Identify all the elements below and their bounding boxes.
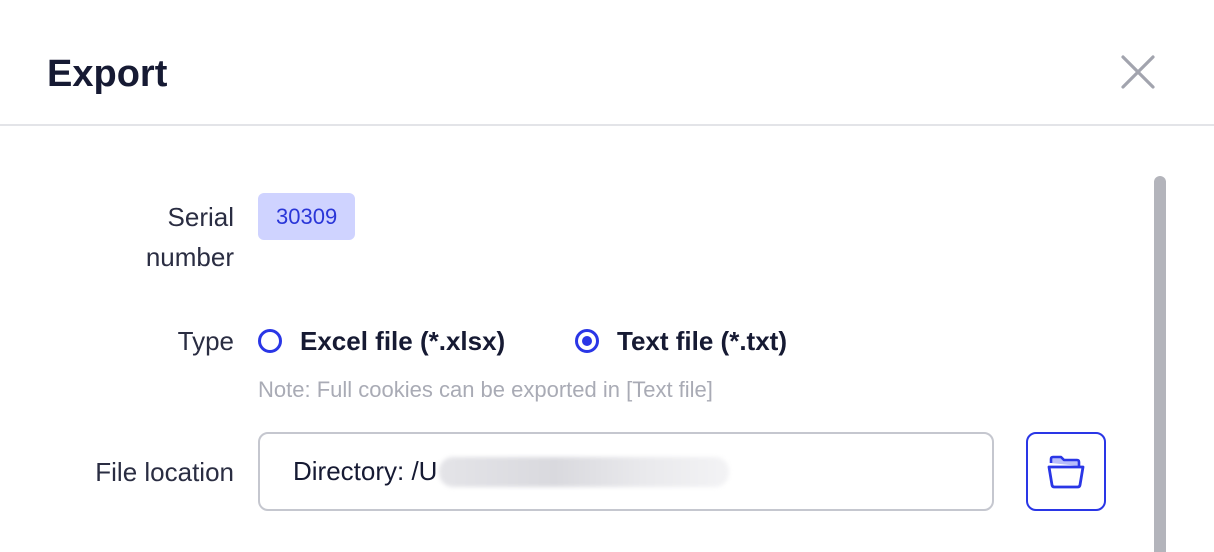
close-icon bbox=[1121, 55, 1155, 89]
close-button[interactable] bbox=[1114, 48, 1162, 96]
radio-text-file[interactable]: Text file (*.txt) bbox=[575, 320, 787, 362]
radio-text-circle[interactable] bbox=[575, 329, 599, 353]
scrollbar-thumb[interactable] bbox=[1154, 176, 1166, 552]
serial-number-badge: 30309 bbox=[258, 193, 356, 240]
dialog-header: Export bbox=[0, 0, 1214, 126]
serial-number-label: Serial number bbox=[145, 202, 234, 272]
directory-value: Directory: /U bbox=[293, 456, 438, 486]
radio-excel-circle[interactable] bbox=[258, 329, 282, 353]
dialog-title: Export bbox=[47, 53, 168, 95]
directory-input[interactable]: Directory: /U bbox=[258, 432, 994, 511]
redacted-path bbox=[439, 456, 730, 487]
radio-excel-file[interactable]: Excel file (*.xlsx) bbox=[258, 320, 505, 362]
export-dialog: Export Serial number 30309 Type Excel fi… bbox=[0, 0, 1214, 552]
file-location-label: File location bbox=[95, 457, 234, 487]
type-note: Note: Full cookies can be exported in [T… bbox=[258, 377, 713, 402]
radio-excel-label: Excel file (*.xlsx) bbox=[300, 325, 506, 356]
type-label: Type bbox=[177, 326, 234, 356]
radio-text-label: Text file (*.txt) bbox=[617, 325, 787, 356]
browse-folder-button[interactable] bbox=[1026, 432, 1106, 511]
folder-open-icon bbox=[1047, 455, 1085, 488]
dialog-body: Serial number 30309 Type Excel file (*.x… bbox=[0, 127, 1214, 552]
